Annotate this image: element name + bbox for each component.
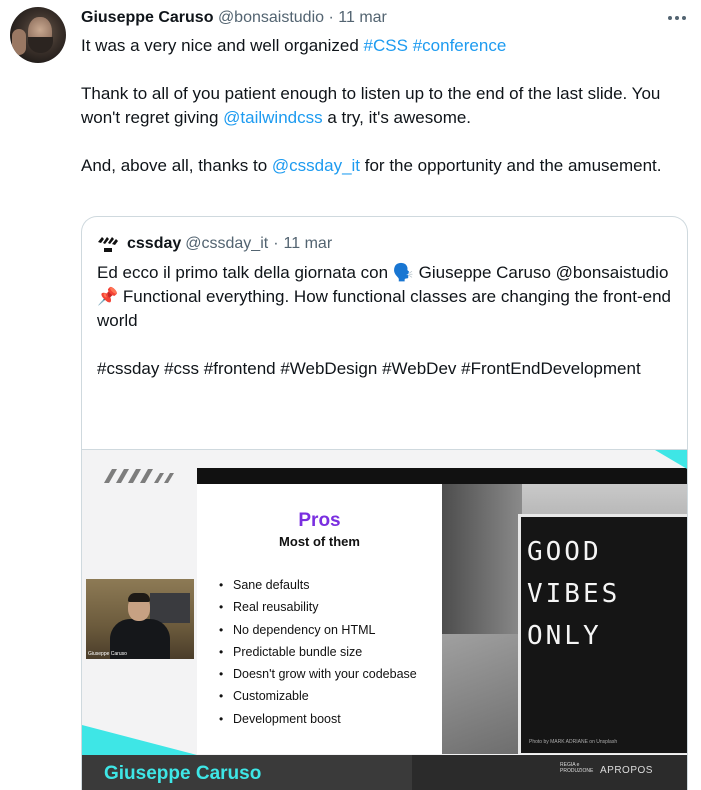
quoted-tweet-header: cssday @cssday_it · 11 mar — [97, 233, 332, 255]
author-handle[interactable]: @bonsaistudio — [218, 9, 324, 26]
hashtag-conference[interactable]: #conference — [413, 36, 507, 55]
separator: · — [328, 9, 334, 26]
tweet-line-2: Thank to all of you patient enough to li… — [81, 84, 661, 127]
tweet: Giuseppe Caruso @bonsaistudio · 11 mar I… — [0, 0, 701, 790]
pros-item: Predictable bundle size — [219, 641, 417, 663]
board-line: GOOD — [527, 537, 602, 567]
avatar-beard — [28, 37, 53, 53]
photo-credit: Photo by MARK ADRIANE on Unsplash — [529, 739, 618, 745]
pros-item: Development boost — [219, 708, 417, 730]
avatar-hand — [12, 29, 26, 55]
speaker-webcam: Giuseppe Caruso — [86, 579, 194, 659]
webcam-label: Giuseppe Caruso — [88, 651, 127, 657]
webcam-speaker-hair — [128, 593, 150, 602]
quoted-author-handle[interactable]: @cssday_it — [185, 235, 268, 253]
pros-item: Customizable — [219, 685, 417, 707]
pros-panel: Pros Most of them Sane defaults Real reu… — [197, 484, 442, 754]
tweet-header: Giuseppe Caruso @bonsaistudio · 11 mar — [81, 8, 387, 28]
speaker-name: Giuseppe Caruso — [104, 763, 262, 784]
tweet-line-1: It was a very nice and well organized #C… — [81, 36, 507, 55]
tweet-text: It was a very nice and well organized #C… — [81, 34, 681, 178]
mention-tailwindcss[interactable]: @tailwindcss — [223, 108, 322, 127]
hashtag-css[interactable]: #CSS — [364, 36, 408, 55]
pros-item: Real reusability — [219, 596, 417, 618]
sponsor-label: REGIA e PRODUZIONE — [560, 762, 594, 774]
pros-item: Sane defaults — [219, 574, 417, 596]
author-name[interactable]: Giuseppe Caruso — [81, 9, 213, 26]
sponsor-brand: APROPOS — [600, 765, 653, 776]
quoted-tweet[interactable]: cssday @cssday_it · 11 mar Ed ecco il pr… — [81, 216, 688, 790]
avatar[interactable] — [10, 7, 66, 63]
slide-image[interactable]: Pros Most of them Sane defaults Real reu… — [82, 449, 687, 790]
quoted-author-name[interactable]: cssday — [127, 235, 181, 253]
pros-subtitle: Most of them — [279, 534, 360, 549]
tweet-line-3: And, above all, thanks to @cssday_it for… — [81, 156, 662, 175]
cyan-corner-top — [655, 450, 687, 470]
pros-item: Doesn't grow with your codebase — [219, 663, 417, 685]
cssday-slide-logo-icon — [102, 465, 182, 487]
letter-board: GOOD VIBES ONLY Photo by MARK ADRIANE on… — [518, 514, 687, 754]
mention-cssday[interactable]: @cssday_it — [272, 156, 360, 175]
tweet-date[interactable]: 11 mar — [338, 9, 387, 26]
cssday-logo-icon — [97, 233, 119, 255]
pros-list: Sane defaults Real reusability No depend… — [219, 574, 417, 730]
pros-item: No dependency on HTML — [219, 619, 417, 641]
quoted-separator: · — [273, 235, 279, 252]
cyan-corner-bottom — [82, 725, 197, 755]
slide-top-bar — [197, 468, 687, 484]
quoted-tweet-text: Ed ecco il primo talk della giornata con… — [97, 261, 677, 381]
quoted-date[interactable]: 11 mar — [284, 235, 333, 253]
more-options-icon[interactable] — [664, 8, 690, 28]
pros-title: Pros — [298, 510, 341, 531]
webcam-background-object — [150, 593, 190, 623]
good-vibes-photo: GOOD VIBES ONLY Photo by MARK ADRIANE on… — [442, 484, 687, 754]
board-line: VIBES — [527, 579, 621, 609]
quoted-line-2: 📌 Functional everything. How functional … — [97, 287, 671, 330]
photo-building — [442, 484, 522, 634]
quoted-line-1: Ed ecco il primo talk della giornata con… — [97, 263, 669, 282]
quoted-hashtags: #cssday #css #frontend #WebDesign #WebDe… — [97, 359, 641, 378]
board-line: ONLY — [527, 621, 602, 651]
